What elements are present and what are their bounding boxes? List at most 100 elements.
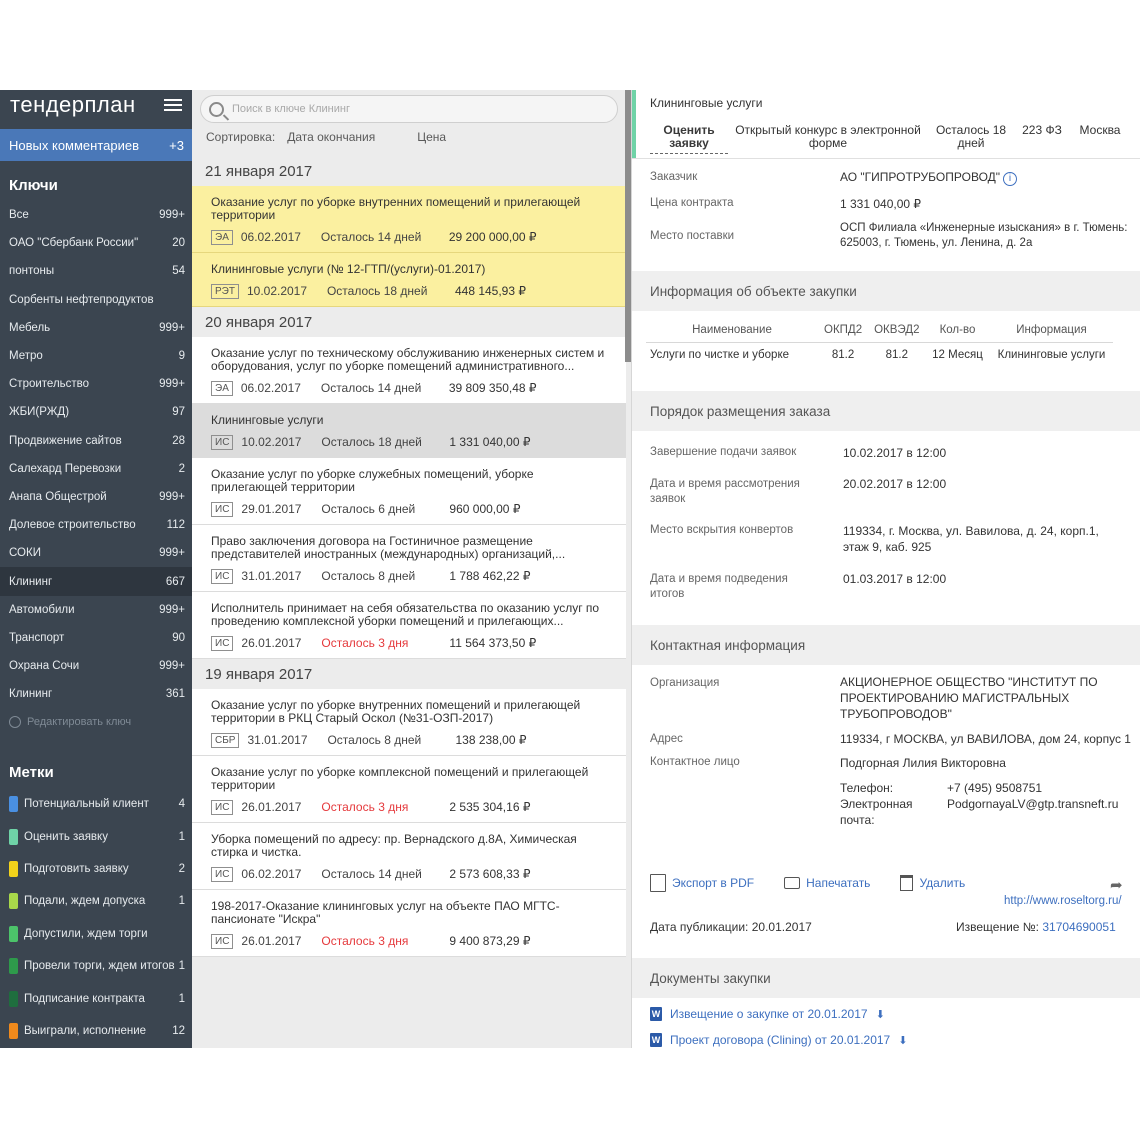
object-table: Наименование ОКПД2 ОКВЭД2 Кол-во Информа…: [646, 318, 1114, 368]
tender-card[interactable]: Клининговые услуги (№ 12-ГТП/(услуги)-01…: [192, 253, 626, 307]
delivery-place-label: Место поставки: [650, 230, 735, 242]
sidebar-key-item[interactable]: Продвижение сайтов 28: [0, 427, 192, 455]
sidebar-key-item[interactable]: Сорбенты нефтепродуктов: [0, 286, 192, 314]
sidebar-key-item[interactable]: Все 999+: [0, 201, 192, 229]
action-bar: Экспорт в PDF Напечатать Удалить: [650, 874, 965, 892]
tender-days-left: Осталось 18 дней: [326, 284, 428, 298]
sidebar-key-item[interactable]: Клининг 361: [0, 680, 192, 708]
tender-price: 39 809 350,48 ₽: [448, 381, 537, 395]
sidebar-key-count: 999+: [159, 209, 185, 222]
sidebar-key-item[interactable]: Клининг 667: [0, 567, 192, 596]
sidebar-key-item[interactable]: СОКИ 999+: [0, 539, 192, 567]
share-icon[interactable]: ➦: [1110, 876, 1123, 894]
tender-card[interactable]: Уборка помещений по адресу: пр. Вернадск…: [192, 823, 626, 890]
new-comments-count: +3: [169, 137, 184, 153]
sort-by-price[interactable]: Цена: [417, 130, 446, 144]
col-info: Информация: [1016, 323, 1087, 336]
search-input[interactable]: [232, 103, 612, 115]
delete-label: Удалить: [919, 876, 966, 890]
sidebar-key-count: 999+: [159, 603, 185, 616]
sidebar-key-item[interactable]: Охрана Сочи 999+: [0, 652, 192, 680]
order-label-2: Дата и время рассмотрения заявок: [650, 478, 800, 505]
download-icon[interactable]: ⬇: [876, 1008, 885, 1021]
email-label: Электронная почта:: [840, 797, 913, 827]
email-link[interactable]: PodgornayaLV@gtp.transneft.ru: [947, 796, 1118, 812]
sidebar-label-item[interactable]: Допустили, ждем торги: [0, 918, 192, 950]
sidebar-key-item[interactable]: ОАО "Сбербанк России" 20: [0, 229, 192, 257]
tender-card[interactable]: Оказание услуг по уборке служебных помещ…: [192, 458, 626, 525]
sidebar-label-item[interactable]: Оценить заявку 1: [0, 820, 192, 852]
sort-by-date[interactable]: Дата окончания: [287, 130, 375, 144]
sidebar-label-text: Подготовить заявку: [24, 862, 129, 875]
print-button[interactable]: Напечатать: [784, 876, 870, 890]
sidebar-key-label: Долевое строительство: [9, 519, 136, 532]
logo[interactable]: тендерплан: [10, 92, 136, 118]
sidebar-key-count: 999+: [159, 490, 185, 503]
sidebar-label-item[interactable]: Потенциальный клиент 4: [0, 788, 192, 820]
sidebar-label-item[interactable]: Подготовить заявку 2: [0, 853, 192, 885]
sidebar-label-item[interactable]: Провели торги, ждем итогов 1: [0, 950, 192, 982]
delete-button[interactable]: Удалить: [900, 875, 965, 891]
sidebar-key-label: Мебель: [9, 321, 51, 334]
rate-application-button[interactable]: Оценить заявку: [650, 118, 728, 154]
sidebar-label-item[interactable]: Выиграли, исполнение 12: [0, 1015, 192, 1047]
label-accent-stripe: [632, 90, 636, 158]
search-icon: [209, 101, 224, 117]
tender-type-badge: РЭТ: [211, 283, 239, 299]
search-box[interactable]: [200, 95, 618, 123]
tender-title: Оказание услуг по уборке служебных помещ…: [211, 468, 534, 494]
sidebar-key-item[interactable]: Метро 9: [0, 342, 192, 370]
document-link[interactable]: W Проект договора (Clining) от 20.01.201…: [650, 1033, 907, 1047]
list-scrollbar[interactable]: [625, 90, 631, 362]
tender-days-left: Осталось 14 дней: [320, 230, 422, 244]
tender-card[interactable]: Исполнитель принимает на себя обязательс…: [192, 592, 626, 659]
tender-price: 138 238,00 ₽: [455, 733, 527, 747]
sidebar-key-item[interactable]: Транспорт 90: [0, 624, 192, 652]
tender-price: 960 000,00 ₽: [449, 502, 521, 516]
sidebar-key-item[interactable]: Строительство 999+: [0, 370, 192, 398]
tender-end-date: 31.01.2017: [247, 733, 308, 747]
sidebar-key-item[interactable]: Мебель 999+: [0, 314, 192, 342]
sidebar-key-item[interactable]: ЖБИ(РЖД) 97: [0, 398, 192, 426]
tender-end-date: 06.02.2017: [240, 381, 301, 395]
label-color-swatch: [9, 893, 18, 910]
info-icon[interactable]: i: [1003, 172, 1018, 186]
notice-number-link[interactable]: 31704690051: [1042, 920, 1115, 934]
tender-card[interactable]: Оказание услуг по уборке комплексной пом…: [192, 756, 626, 823]
customer-name: АО "ГИПРОТРУБОПРОВОД": [840, 170, 1001, 184]
tender-title: Оказание услуг по уборке внутренних поме…: [211, 196, 581, 222]
tender-card[interactable]: Оказание услуг по техническому обслужива…: [192, 337, 626, 404]
tender-card[interactable]: Клининговые услуги ИС 10.02.2017 Осталось 1…: [192, 404, 626, 458]
sidebar-key-label: ЖБИ(РЖД): [9, 406, 70, 419]
tender-meta: СБР 31.01.2017 Осталось 8 дней 138 238,00 ₽: [211, 725, 612, 755]
download-icon[interactable]: ⬇: [898, 1034, 907, 1047]
label-color-swatch: [9, 958, 18, 975]
tender-card[interactable]: Право заключения договора на Гостиничное…: [192, 525, 626, 592]
sidebar-key-label: Транспорт: [9, 631, 65, 644]
new-comments-button[interactable]: Новых комментариев +3: [0, 129, 192, 161]
sidebar-key-count: 20: [172, 237, 185, 250]
sidebar-key-item[interactable]: Долевое строительство 112: [0, 511, 192, 539]
sidebar-label-left: Подготовить заявку: [9, 860, 129, 877]
tender-card[interactable]: 198-2017-Оказание клининговых услуг на о…: [192, 890, 626, 957]
sidebar-key-item[interactable]: понтоны 54: [0, 257, 192, 285]
hamburger-menu-icon[interactable]: [164, 99, 182, 111]
edit-key-button[interactable]: Редактировать ключ: [9, 716, 131, 728]
sidebar-label-item[interactable]: Подписание контракта 1: [0, 982, 192, 1014]
document-link[interactable]: W Извещение о закупке от 20.01.2017 ⬇: [650, 1007, 885, 1021]
export-pdf-button[interactable]: Экспорт в PDF: [650, 874, 754, 892]
sidebar-key-item[interactable]: Анапа Общестрой 999+: [0, 483, 192, 511]
order-label-1: Завершение подачи заявок: [650, 446, 797, 458]
sidebar-label-item[interactable]: Подали, ждем допуска 1: [0, 885, 192, 917]
customer-link[interactable]: АО "ГИПРОТРУБОПРОВОД" i: [840, 169, 1018, 186]
tender-list-panel: Сортировка: Дата окончания Цена 21 январ…: [192, 90, 632, 1048]
phone: +7 (495) 9508751: [947, 781, 1043, 795]
printer-icon: [784, 877, 801, 889]
tender-card[interactable]: Оказание услуг по уборке внутренних поме…: [192, 689, 626, 756]
sidebar-key-item[interactable]: Салехард Перевозки 2: [0, 455, 192, 483]
sidebar-key-item[interactable]: Автомобили 999+: [0, 596, 192, 624]
tender-end-date: 06.02.2017: [241, 867, 302, 881]
publication-date-label: Дата публикации:: [650, 920, 749, 934]
source-site-link[interactable]: http://www.roseltorg.ru/: [1004, 895, 1122, 907]
tender-card[interactable]: Оказание услуг по уборке внутренних поме…: [192, 186, 626, 253]
